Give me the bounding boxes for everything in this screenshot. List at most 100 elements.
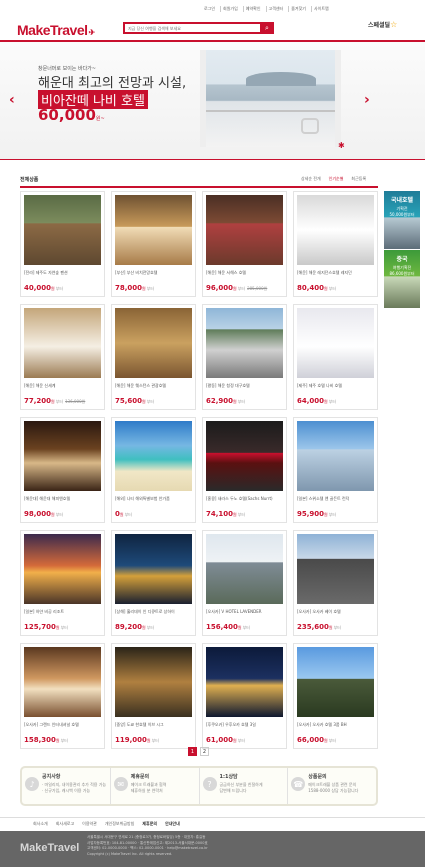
reservation-check-link[interactable]: 예약확인 [242,6,263,12]
footer-link[interactable]: 회사소개 [33,821,48,827]
customer-center-link[interactable]: 고객센터 [265,6,286,12]
product-name[interactable]: [후쿠오카] 우후오카 호텔 3일 [206,722,283,734]
page-1-button[interactable]: 1 [188,747,197,756]
product-thumbnail[interactable] [206,534,283,604]
product-name[interactable]: [상해] 훌리데이 인 디큐트로 상하이 [115,609,192,621]
product-thumbnail[interactable] [115,647,192,717]
product-thumbnail[interactable] [297,647,374,717]
footer-link[interactable]: 안내안내 [165,821,180,827]
product-price: 74,100원부터 [206,510,245,518]
sort-option-active[interactable]: 인기순별 [329,176,344,182]
product-price: 61,000원부터 [206,736,245,744]
side-ad-price: 50,000원부터 [389,212,415,217]
side-ad-china-travel[interactable]: 중국 여행기획전 86,600원부터 [384,250,420,308]
product-name[interactable]: [오사카] 오사카 베이 호텔 [297,609,374,621]
site-logo[interactable]: MakeTravel✈ [17,22,95,38]
product-card[interactable]: [평동] 해운 청정 대구호텔 62,900원부터 [202,304,287,410]
product-card[interactable]: [일본] 스위소텔 앤 골든트 런덕 95,900원부터 [293,417,378,523]
product-thumbnail[interactable] [24,195,101,265]
product-thumbnail[interactable] [24,421,101,491]
search-button[interactable]: ⌕ [260,22,274,34]
product-card[interactable]: [오사카] V HOTEL LAVENDER 156,400원부터 [202,530,287,636]
product-name[interactable]: [오사카] 그랜드 인터내셔널 호텔 [24,722,101,734]
product-thumbnail[interactable] [24,308,101,378]
product-name[interactable]: [중앙] 도쿄 한호텔 이브 시그 [115,722,192,734]
star-icon: ☆ [390,20,398,29]
product-thumbnail[interactable] [206,647,283,717]
sort-option[interactable]: 최근등록 [351,176,366,182]
product-name[interactable]: [오사카] V HOTEL LAVENDER [206,609,283,621]
login-link[interactable]: 로그인 [202,6,217,12]
footer-link[interactable]: 이용약관 [82,821,97,827]
special-deal-link[interactable]: 스페셜딜☆ [368,20,397,29]
product-card[interactable]: [해운대] 해운대 해피엔호텔 98,000원부터 [20,417,105,523]
product-name[interactable]: [일본] 하얀 비공 리조트 [24,609,101,621]
footer-link[interactable]: 제휴문의 [142,821,157,827]
sort-option[interactable]: 상세순 전개 [301,176,321,182]
product-thumbnail[interactable] [115,534,192,604]
product-price-suffix: 부터 [242,625,250,630]
product-card[interactable]: [해외] 나티 해외특별보험 안가품 0원부터 [111,417,196,523]
product-thumbnail[interactable] [297,195,374,265]
product-card[interactable]: [오사카] 오사카 베이 호텔 235,600원부터 [293,530,378,636]
product-card[interactable]: [후쿠오카] 우후오카 호텔 3일 61,000원부터 [202,643,287,749]
product-name[interactable]: [해운] 해운 서해스 호텔 [206,270,283,282]
search-input[interactable] [125,24,257,32]
footer-link[interactable]: 개인정보취급방침 [105,821,134,827]
favorites-link[interactable]: 즐겨찾기 [288,6,308,12]
banner-prev-arrow-icon[interactable]: ‹ [9,92,15,108]
product-thumbnail[interactable] [115,195,192,265]
product-name[interactable]: [부산] 부산 비치전망호텔 [115,270,192,282]
product-name[interactable]: [해운] 해운 레지던스호텔 레지던 [297,270,374,282]
product-thumbnail[interactable] [297,534,374,604]
product-name[interactable]: [제주] 제주 호텔 나비 호텔 [297,383,374,395]
product-card[interactable]: [상해] 훌리데이 인 디큐트로 상하이 89,200원부터 [111,530,196,636]
product-name[interactable]: [평동] 해운 청정 대구호텔 [206,383,283,395]
product-card[interactable]: [해운] 해운 레지던스호텔 레지던 80,400원부터 [293,191,378,297]
product-price-currency: 원 [119,512,124,517]
product-name[interactable]: [해운대] 해운대 해피엔호텔 [24,496,101,508]
product-card[interactable]: [해운] 해운 웨스턴스 관광호텔 75,600원부터 [111,304,196,410]
product-thumbnail[interactable] [24,647,101,717]
product-card[interactable]: [해운] 해운 신세계 77,200원부터 136,000원 [20,304,105,410]
info-one-on-one[interactable]: ? 1:1상담 궁금하신 부분을 친절하게 답변해 드립니다 [198,768,288,804]
footer-info-line: Copyright (c) MakeTravel Inc. All rights… [87,851,173,856]
product-name[interactable]: [전라] 제주도 자연숲 펜션 [24,270,101,282]
product-name[interactable]: [해외] 나티 해외특별보험 안가품 [115,496,192,508]
product-thumbnail[interactable] [206,421,283,491]
product-name[interactable]: [일본] 스위소텔 앤 골든트 런덕 [297,496,374,508]
product-thumbnail[interactable] [24,534,101,604]
info-notice[interactable]: ♪ 공지사항 · 마일리지, 내이용관리 추가 적용 가능 · 신규가입, 캐시백… [22,768,110,804]
product-thumbnail[interactable] [115,308,192,378]
info-product-inquiry[interactable]: ☎ 상품문의 메이크트래블 상품 관련 문의 1588-0000 상담 가능합니다 [287,768,376,804]
product-thumbnail[interactable] [115,421,192,491]
side-ad-domestic-hotel[interactable]: 국내호텔 기획전 50,000원부터 [384,191,420,249]
product-card[interactable]: [해운] 해운 서해스 호텔 96,000원부터 285,000원 [202,191,287,297]
product-price: 0원부터 [115,510,132,518]
product-card[interactable]: [오사카] 그랜드 인터내셔널 호텔 158,300원부터 [20,643,105,749]
signup-link[interactable]: 회원가입 [220,6,240,12]
product-card[interactable]: [부산] 부산 비치전망호텔 78,000원부터 [111,191,196,297]
banner-next-arrow-icon[interactable]: › [364,92,370,108]
product-thumbnail[interactable] [297,421,374,491]
page-2-button[interactable]: 2 [200,747,209,756]
product-card[interactable]: [중앙] 도쿄 한호텔 이브 시그 119,000원부터 [111,643,196,749]
product-card[interactable]: [홍콩] 새라스 두노 호텔(Sachs Nurrt) 74,100원부터 [202,417,287,523]
banner-headline: 해운대 최고의 전망과 시설, [38,76,187,91]
product-thumbnail[interactable] [206,195,283,265]
product-card[interactable]: [오사카] 오사카 호텔 3품 BH 66,000원부터 [293,643,378,749]
product-name[interactable]: [해운] 해운 웨스턴스 관광호텔 [115,383,192,395]
footer-link[interactable]: 회사새로고 [56,821,74,827]
sort-options: 상세순 전개 인기순별 최근등록 [301,176,366,182]
product-name[interactable]: [오사카] 오사카 호텔 3품 BH [297,722,374,734]
product-thumbnail[interactable] [206,308,283,378]
product-card[interactable]: [제주] 제주 호텔 나비 호텔 64,000원부터 [293,304,378,410]
product-name[interactable]: [해운] 해운 신세계 [24,383,101,395]
info-panel: ♪ 공지사항 · 마일리지, 내이용관리 추가 적용 가능 · 신규가입, 캐시백… [20,766,378,806]
product-card[interactable]: [전라] 제주도 자연숲 펜션 40,000원부터 [20,191,105,297]
product-card[interactable]: [일본] 하얀 비공 리조트 125,700원부터 [20,530,105,636]
product-thumbnail[interactable] [297,308,374,378]
sitemap-link[interactable]: 사이트맵 [310,6,331,12]
info-partnership[interactable]: ✉ 제휴문의 메이크 트래블과 협력 제휴하실 분 연락처 [109,768,199,804]
product-name[interactable]: [홍콩] 새라스 두노 호텔(Sachs Nurrt) [206,496,283,508]
